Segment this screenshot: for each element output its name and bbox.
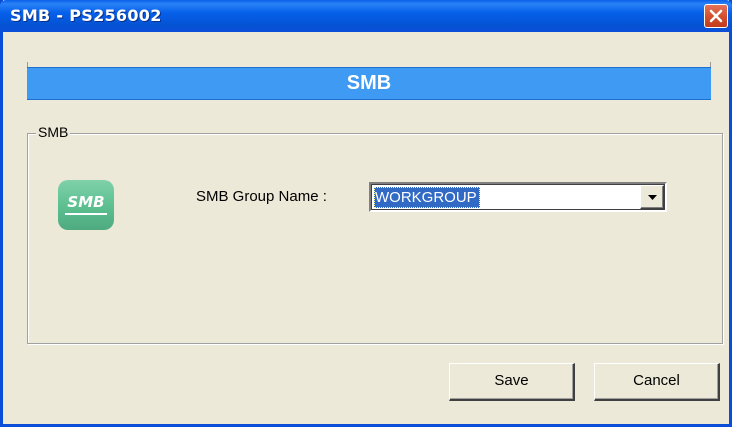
chevron-down-icon	[648, 195, 657, 200]
close-icon	[709, 9, 723, 23]
smb-group-box	[27, 133, 723, 344]
smb-logo-text: SMB	[67, 193, 105, 211]
group-box-legend: SMB	[36, 124, 71, 140]
group-name-value[interactable]: WORKGROUP	[374, 187, 480, 208]
window-title: SMB - PS256002	[10, 6, 162, 25]
smb-logo-icon: SMB	[58, 180, 114, 230]
close-button[interactable]	[704, 4, 728, 28]
banner-title: SMB	[346, 72, 392, 94]
title-bar[interactable]: SMB - PS256002	[0, 0, 732, 32]
cancel-button[interactable]: Cancel	[594, 363, 720, 401]
smb-logo-underline	[65, 213, 107, 215]
save-button[interactable]: Save	[449, 363, 575, 401]
section-banner: SMB	[27, 67, 711, 100]
group-name-dropdown[interactable]: WORKGROUP	[369, 182, 667, 212]
smb-dialog-window: SMB - PS256002 SMB SMB SMB SMB Group Nam…	[0, 0, 732, 427]
group-name-label: SMB Group Name :	[196, 188, 327, 205]
dropdown-button[interactable]	[640, 185, 664, 209]
